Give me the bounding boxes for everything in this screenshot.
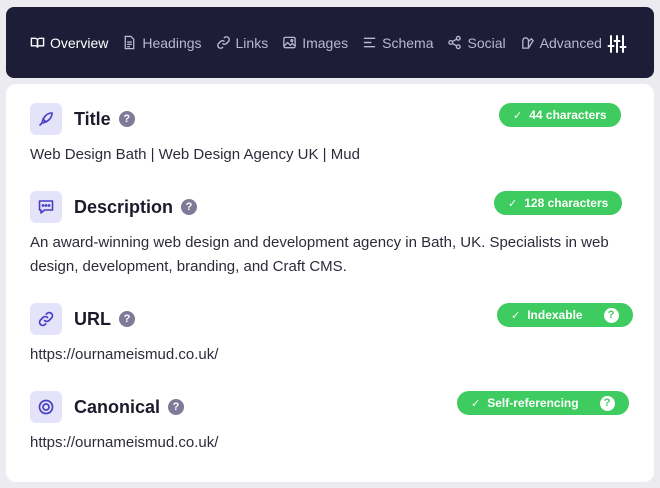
tab-advanced[interactable]: Advanced (520, 35, 602, 51)
tab-social[interactable]: Social (447, 34, 506, 51)
list-icon (364, 37, 376, 48)
description-status-badge: ✓ 128 characters (494, 191, 623, 215)
share-icon (448, 35, 462, 50)
title-label: Title (74, 108, 111, 129)
description-value: An award-winning web design and developm… (30, 234, 609, 275)
tab-label: Headings (142, 34, 202, 51)
url-value: https://ournameismud.co.uk/ (30, 346, 219, 363)
tab-images[interactable]: Images (282, 35, 348, 51)
title-value: Web Design Bath | Web Design Agency UK |… (30, 146, 360, 163)
description-field-header: Description ? (30, 191, 198, 223)
url-icon-box (30, 303, 62, 335)
image-icon (283, 36, 296, 49)
check-icon: ✓ (513, 109, 523, 122)
tab-label: Schema (382, 34, 434, 51)
link-icon (216, 36, 230, 49)
badge-help-icon[interactable]: ? (599, 395, 615, 411)
help-icon[interactable]: ? (181, 199, 198, 215)
tab-overview[interactable]: Overview (30, 35, 108, 51)
title-icon-box (30, 103, 62, 135)
url-field-header: URL ? (30, 303, 135, 335)
badge-help-icon[interactable]: ? (603, 307, 619, 323)
check-icon: ✓ (508, 197, 518, 210)
badge-text: 128 characters (524, 196, 609, 210)
nav-bar: Overview Headings Links Images Schema So… (6, 7, 654, 78)
canonical-status-badge: ✓ Self-referencing ? (457, 391, 629, 415)
url-label: URL (74, 308, 111, 329)
tab-label: Advanced (539, 34, 602, 51)
target-icon (38, 399, 54, 415)
badge-text: 44 characters (529, 108, 607, 122)
link-icon (38, 311, 54, 327)
tab-schema[interactable]: Schema (362, 35, 433, 51)
tab-label: Images (302, 34, 349, 51)
url-status-badge: ✓ Indexable ? (497, 303, 633, 327)
badge-text: Self-referencing (487, 396, 579, 410)
chat-icon (38, 200, 54, 214)
badge-text: Indexable (527, 308, 583, 322)
document-icon (124, 35, 135, 50)
check-icon: ✓ (471, 397, 481, 410)
description-icon-box (30, 191, 62, 223)
tab-label: Links (235, 34, 269, 51)
tab-label: Overview (50, 34, 109, 51)
book-open-icon (30, 37, 45, 48)
canonical-value: https://ournameismud.co.uk/ (30, 434, 219, 451)
check-icon: ✓ (511, 309, 521, 322)
help-icon[interactable]: ? (118, 111, 135, 127)
pen-icon (39, 112, 53, 126)
description-label: Description (74, 196, 174, 217)
title-status-badge: ✓ 44 characters (499, 103, 621, 127)
tab-label: Social (467, 34, 506, 51)
canonical-label: Canonical (74, 396, 161, 417)
meta-overview-card: Title ? ✓ 44 characters Web Design Bath … (6, 84, 654, 482)
help-icon[interactable]: ? (168, 399, 185, 415)
canonical-field-header: Canonical ? (30, 391, 185, 423)
sliders-icon[interactable] (606, 33, 628, 55)
tab-links[interactable]: Links (216, 34, 269, 51)
canonical-icon-box (30, 391, 62, 423)
help-icon[interactable]: ? (119, 311, 135, 327)
advanced-icon (521, 37, 534, 49)
tab-headings[interactable]: Headings (122, 34, 202, 51)
title-field-header: Title ? (30, 103, 135, 135)
